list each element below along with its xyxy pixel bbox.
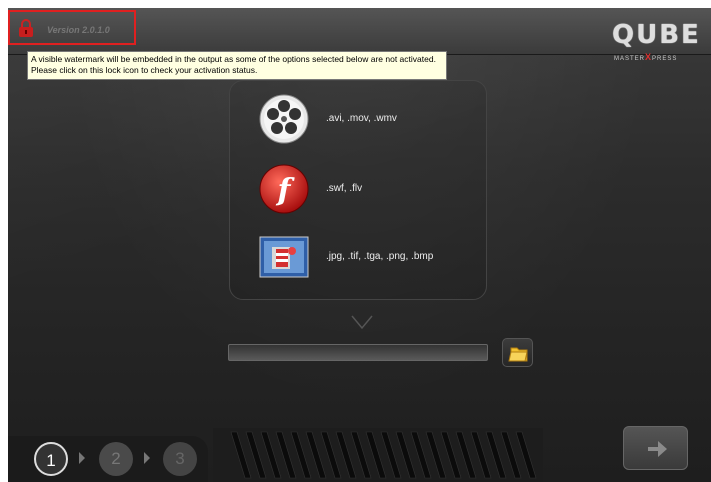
watermark-tooltip: A visible watermark will be embedded in … [27,51,447,80]
step-arrow-icon [144,452,150,464]
version-label: Version 2.0.1.0 [47,25,110,35]
format-option-image[interactable]: .jpg, .tif, .tga, .png, .bmp [258,231,478,285]
chevron-down-icon [351,315,373,330]
app-logo: QUBE MASTERXPRESS [612,20,711,66]
film-reel-icon[interactable] [258,93,310,145]
format-label-image: .jpg, .tif, .tga, .png, .bmp [326,251,434,262]
flash-icon[interactable]: f [258,163,310,215]
format-panel: .avi, .mov, .wmv f .swf, .flv .jpg, .tif… [229,80,487,300]
format-option-video[interactable]: .avi, .mov, .wmv [258,93,478,147]
logo-sub-left: MASTER [614,56,646,62]
step-2[interactable]: 2 [99,442,133,476]
logo-subtitle: MASTERXPRESS [614,52,677,62]
logo-x: X [645,52,653,62]
tooltip-line-2: Please click on this lock icon to check … [31,65,258,75]
format-label-video: .avi, .mov, .wmv [326,113,397,124]
image-sequence-icon[interactable] [258,231,310,283]
tooltip-line-1: A visible watermark will be embedded in … [31,54,436,64]
step-1[interactable]: 1 [34,442,68,476]
format-option-flash[interactable]: f .swf, .flv [258,163,478,217]
logo-sub-right: PRESS [652,56,678,62]
lock-icon[interactable] [18,19,34,37]
app-window: Version 2.0.1.0 A visible watermark will… [8,8,711,482]
browse-folder-button[interactable] [502,338,533,367]
decorative-vents [213,428,543,482]
step-3[interactable]: 3 [163,442,197,476]
next-button[interactable] [623,426,688,470]
step-arrow-icon [79,452,85,464]
output-path-input[interactable] [228,344,488,361]
format-label-flash: .swf, .flv [326,183,363,194]
folder-icon [508,347,528,362]
activation-lock-area[interactable]: Version 2.0.1.0 [8,10,136,45]
logo-title: QUBE [612,20,701,50]
arrow-right-icon [648,441,667,457]
